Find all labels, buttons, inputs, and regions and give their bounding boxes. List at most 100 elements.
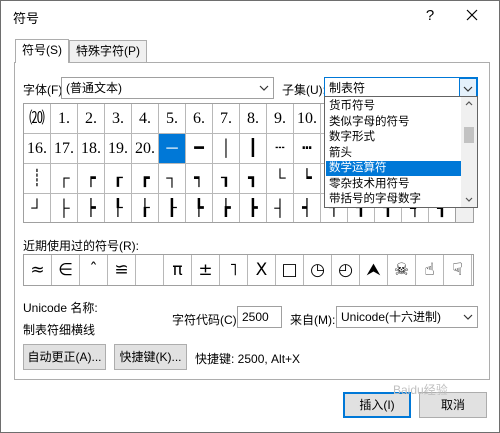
subset-label: 子集(U): (282, 83, 326, 97)
subset-option[interactable]: 类似字母的符号 (326, 115, 461, 130)
symbol-cell[interactable]: ┐ (159, 164, 186, 194)
symbol-cell[interactable]: ┃ (240, 134, 267, 164)
recent-symbol[interactable]: ☟ (444, 255, 472, 285)
symbol-cell[interactable]: ┤ (267, 194, 294, 222)
tab-symbols[interactable]: 符号(S) (15, 39, 69, 63)
symbol-cell[interactable]: ─ (159, 134, 186, 164)
tab-special-characters[interactable]: 特殊字符(P) (69, 40, 147, 62)
symbol-cell[interactable]: ━ (186, 134, 213, 164)
subset-option[interactable]: 数学运算符 (326, 161, 461, 176)
subset-option[interactable]: 数字形式 (326, 130, 461, 145)
shortcut-key-button[interactable]: 快捷键(K)... (114, 344, 187, 370)
symbol-cell[interactable]: ┡ (186, 194, 213, 222)
symbol-cell[interactable]: ┠ (159, 194, 186, 222)
dialog-title: 符号 (13, 11, 40, 26)
recent-symbol[interactable]: ≈ (24, 255, 52, 285)
subset-option[interactable]: 箭头 (326, 146, 461, 161)
recent-symbol[interactable]: ∈ (52, 255, 80, 285)
symbol-cell[interactable]: ┒ (213, 164, 240, 194)
subset-option[interactable]: 带括号的字母数字 (326, 192, 461, 207)
symbol-cell[interactable]: ┊ (24, 164, 51, 194)
symbol-cell[interactable]: ┄ (267, 134, 294, 164)
symbol-cell[interactable]: │ (213, 134, 240, 164)
recent-symbol[interactable]: ⮝ (360, 255, 388, 285)
symbol-cell[interactable]: ┝ (78, 194, 105, 222)
recent-symbol[interactable] (136, 255, 164, 285)
scroll-down-button[interactable] (461, 193, 477, 207)
symbol-cell[interactable]: 6. (186, 104, 213, 134)
symbol-cell[interactable]: └ (267, 164, 294, 194)
symbol-cell[interactable]: ⒇ (24, 104, 51, 134)
close-icon (466, 9, 478, 21)
from-dropdown-button[interactable] (459, 307, 477, 327)
chevron-down-icon (465, 197, 473, 202)
symbol-cell[interactable]: ┣ (240, 194, 267, 222)
font-label: 字体(F): (23, 83, 66, 97)
from-label: 来自(M): (290, 313, 336, 327)
symbol-cell[interactable]: ┘ (24, 194, 51, 222)
font-dropdown-button[interactable] (255, 78, 273, 98)
symbol-cell[interactable]: 4. (132, 104, 159, 134)
subset-option[interactable]: 货币符号 (326, 99, 461, 114)
symbol-cell[interactable]: ┎ (105, 164, 132, 194)
symbol-cell[interactable]: ┟ (132, 194, 159, 222)
dropdown-scrollbar[interactable] (461, 97, 477, 207)
recent-symbol[interactable]: ˆ (80, 255, 108, 285)
scroll-up-button[interactable] (461, 97, 477, 111)
symbol-cell[interactable]: 20. (132, 134, 159, 164)
symbol-cell[interactable]: 16. (24, 134, 51, 164)
symbol-cell[interactable]: 10. (294, 104, 321, 134)
recent-symbol[interactable]: ◴ (332, 255, 360, 285)
recent-symbol[interactable]: ± (192, 255, 220, 285)
symbol-cell[interactable]: ┞ (105, 194, 132, 222)
char-code-input[interactable]: 2500 (237, 306, 282, 328)
autocorrect-button[interactable]: 自动更正(A)... (23, 344, 106, 370)
symbol-cell[interactable]: ┏ (132, 164, 159, 194)
symbol-cell[interactable]: ┍ (78, 164, 105, 194)
recent-symbol[interactable]: ◷ (304, 255, 332, 285)
watermark: Baidu经验 (393, 383, 448, 397)
symbol-cell[interactable]: ┌ (51, 164, 78, 194)
subset-dropdown-button[interactable] (459, 78, 477, 98)
symbol-cell[interactable]: ┑ (186, 164, 213, 194)
symbol-cell[interactable]: ┓ (240, 164, 267, 194)
scroll-thumb[interactable] (464, 127, 474, 143)
subset-combo-value: 制表符 (329, 81, 366, 95)
help-button[interactable]: ? (417, 5, 443, 27)
recent-symbol[interactable]: ˥ (220, 255, 248, 285)
shortcut-info: 快捷键: 2500, Alt+X (195, 352, 301, 366)
symbol-dialog: 符号 ? 符号(S) 特殊字符(P) 字体(F): (普通文本) 子集(U): … (0, 0, 500, 433)
symbol-cell[interactable]: ┥ (294, 194, 321, 222)
symbol-cell[interactable]: 17. (51, 134, 78, 164)
symbol-cell[interactable]: 19. (105, 134, 132, 164)
recent-symbol[interactable]: π (164, 255, 192, 285)
subset-option[interactable]: 零杂技术用符号 (326, 177, 461, 192)
symbol-cell[interactable]: 2. (78, 104, 105, 134)
symbol-cell[interactable]: 3. (105, 104, 132, 134)
symbol-cell[interactable]: 9. (267, 104, 294, 134)
recent-symbol[interactable]: □ (276, 255, 304, 285)
font-combo[interactable]: (普通文本) (61, 77, 274, 99)
recent-symbol[interactable]: ☠ (388, 255, 416, 285)
from-combo[interactable]: Unicode(十六进制) (336, 306, 478, 328)
symbol-cell[interactable]: 8. (240, 104, 267, 134)
title-bar: 符号 ? (1, 1, 499, 31)
subset-dropdown-list: 货币符号 类似字母的符号 数字形式 箭头 数学运算符 零杂技术用符号 带括号的字母数字 (324, 96, 478, 208)
symbol-cell[interactable]: 18. (78, 134, 105, 164)
close-button[interactable] (459, 5, 485, 27)
symbol-cell[interactable]: ┢ (213, 194, 240, 222)
font-combo-value: (普通文本) (66, 81, 122, 95)
symbol-cell[interactable]: ├ (51, 194, 78, 222)
recent-symbols-row: ≈ ∈ ˆ ≌ π ± ˥ Χ □ ◷ ◴ ⮝ ☠ ☝ ☟ (23, 254, 474, 286)
symbol-cell[interactable]: ┅ (294, 134, 321, 164)
symbol-cell[interactable]: 5. (159, 104, 186, 134)
chevron-down-icon (259, 85, 269, 91)
symbol-cell[interactable]: 7. (213, 104, 240, 134)
symbol-cell[interactable]: 1. (51, 104, 78, 134)
recent-symbol[interactable]: ☝ (416, 255, 444, 285)
recent-symbol[interactable]: ≌ (108, 255, 136, 285)
recent-symbols-label: 近期使用过的符号(R): (23, 239, 139, 253)
symbol-cell[interactable]: ┕ (294, 164, 321, 194)
recent-symbol[interactable]: Χ (248, 255, 276, 285)
chevron-up-icon (465, 101, 473, 106)
